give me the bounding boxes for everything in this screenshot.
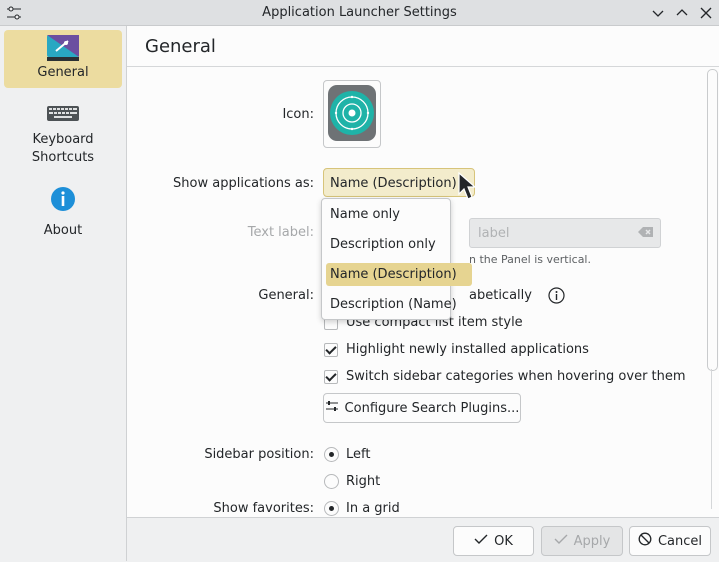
title-divider (127, 66, 719, 67)
highlight-new-apps-label: Highlight newly installed applications (346, 342, 589, 357)
configure-icon (325, 399, 339, 417)
apply-label: Apply (573, 533, 611, 549)
title-bar: Application Launcher Settings (0, 0, 719, 26)
sort-alphabetically-partial-text: abetically (469, 288, 532, 303)
general-label: General: (258, 288, 314, 303)
info-icon (50, 186, 76, 212)
show-apps-combobox[interactable]: Name (Description) (323, 168, 475, 197)
sidebar-item-general[interactable]: General (4, 30, 122, 88)
sidebar-left-radio[interactable] (324, 447, 339, 462)
text-label-label: Text label: (247, 225, 314, 240)
vertical-scrollbar[interactable] (707, 69, 718, 509)
cancel-icon (638, 532, 652, 550)
highlight-new-apps-checkbox[interactable] (324, 343, 338, 357)
text-label-field[interactable]: label (469, 218, 661, 248)
sidebar-position-label: Sidebar position: (204, 447, 314, 462)
sidebar: General Keyboard Shortcuts About (0, 26, 126, 561)
apply-button[interactable]: Apply (541, 526, 623, 556)
dropdown-option-description-only[interactable]: Description only (326, 233, 446, 256)
clear-text-icon[interactable] (638, 226, 654, 242)
show-apps-dropdown-list: Name only Description only Name (Descrip… (321, 198, 472, 320)
sidebar-right-radio[interactable] (324, 474, 339, 489)
favorites-grid-radio[interactable] (324, 501, 339, 516)
dropdown-option-name-only[interactable]: Name only (326, 203, 446, 226)
sidebar-item-label: General (37, 65, 89, 80)
switch-categories-hover-checkbox[interactable] (324, 370, 338, 384)
launcher-icon-button[interactable] (323, 80, 381, 148)
sidebar-item-label: About (43, 223, 83, 238)
sidebar-right-label: Right (346, 474, 381, 489)
show-apps-label: Show applications as: (173, 176, 314, 191)
ok-button[interactable]: OK (453, 526, 534, 556)
sidebar-left-label: Left (346, 447, 371, 462)
text-label-placeholder: label (478, 226, 510, 241)
configure-search-plugins-button[interactable]: Configure Search Plugins... (323, 393, 521, 423)
general-settings-icon (46, 34, 80, 64)
launcher-icon (326, 81, 378, 147)
page-title: General (145, 36, 216, 57)
scrollbar-track[interactable] (711, 369, 712, 509)
sidebar-item-about[interactable]: About (4, 184, 122, 238)
show-favorites-label: Show favorites: (213, 501, 314, 516)
scrollbar-thumb[interactable] (707, 69, 718, 371)
checkmark-icon (554, 533, 568, 549)
mouse-cursor-icon (458, 171, 478, 206)
icon-label: Icon: (282, 107, 314, 122)
ok-label: OK (494, 533, 513, 549)
configure-search-plugins-label: Configure Search Plugins... (344, 400, 520, 416)
favorites-grid-label: In a grid (346, 501, 400, 516)
checkmark-icon (474, 533, 488, 549)
dropdown-option-description-name[interactable]: Description (Name) (326, 293, 457, 316)
minimize-icon[interactable] (648, 3, 668, 23)
info-circle-icon[interactable] (548, 287, 565, 308)
dialog-footer: OK Apply Cancel (127, 517, 719, 562)
cancel-label: Cancel (657, 533, 703, 549)
close-icon[interactable] (696, 3, 716, 23)
keyboard-icon (46, 104, 80, 124)
sidebar-item-keyboard-shortcuts[interactable]: Keyboard Shortcuts (4, 100, 122, 170)
switch-categories-hover-label: Switch sidebar categories when hovering … (346, 369, 686, 384)
text-label-hint: n the Panel is vertical. (469, 253, 591, 266)
cancel-button[interactable]: Cancel (629, 526, 711, 556)
dropdown-option-name-description[interactable]: Name (Description) (326, 263, 472, 286)
sidebar-item-label: Keyboard Shortcuts (31, 132, 95, 165)
maximize-icon[interactable] (672, 3, 692, 23)
window-title: Application Launcher Settings (262, 5, 457, 20)
